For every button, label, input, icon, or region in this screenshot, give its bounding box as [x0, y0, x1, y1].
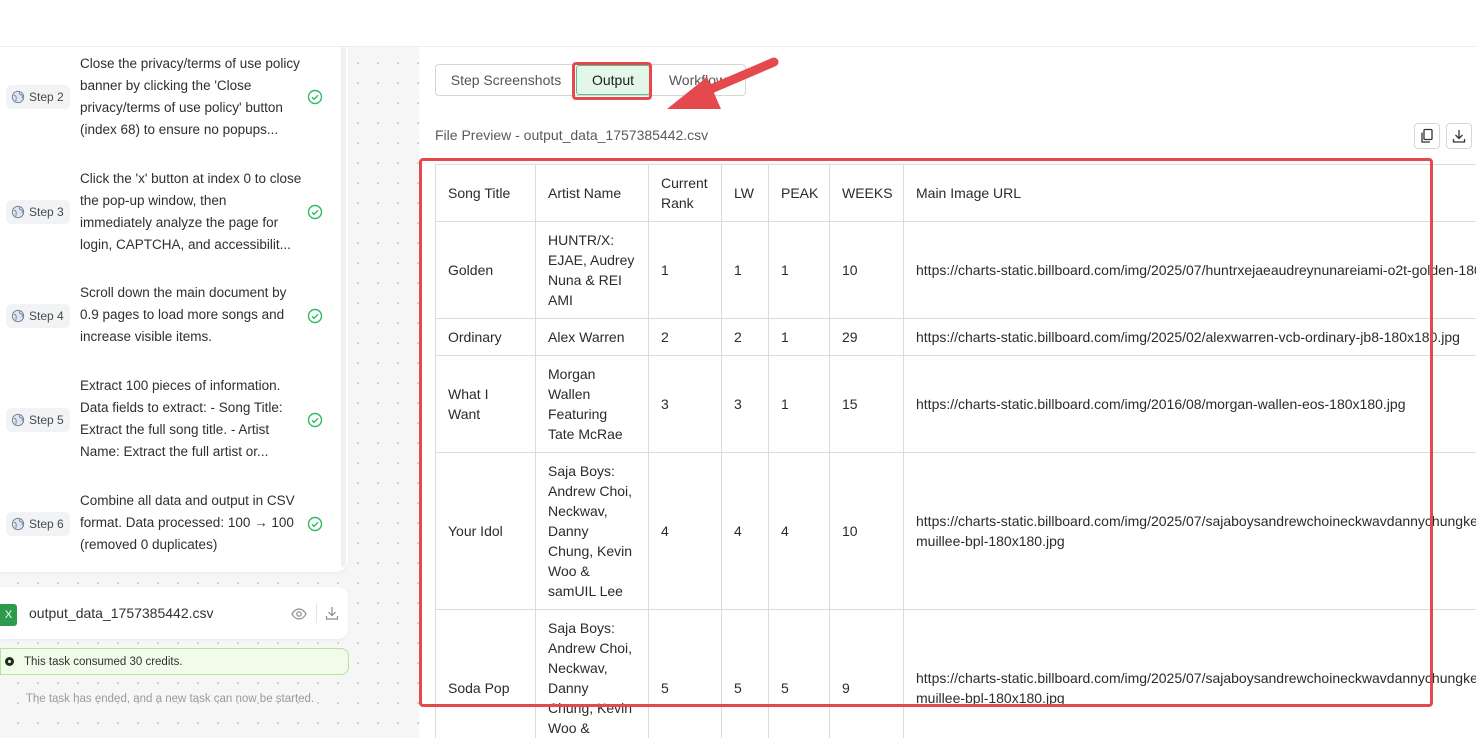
check-circle-icon — [307, 412, 323, 428]
table-row: What I Want Morgan Wallen Featuring Tate… — [435, 355, 1476, 453]
cell-song-title: What I Want — [435, 355, 536, 453]
cell-lw: 2 — [721, 318, 769, 356]
csv-preview-table-container[interactable]: Song Title Artist Name Current Rank LW P… — [435, 164, 1476, 738]
divider — [316, 603, 317, 623]
column-header[interactable]: WEEKS — [829, 164, 904, 222]
column-header[interactable]: Artist Name — [535, 164, 649, 222]
view-tabs: Step Screenshots Output Workflow — [435, 64, 746, 96]
step-description: Combine all data and output in CSV forma… — [80, 493, 295, 552]
cell-artist: Morgan Wallen Featuring Tate McRae — [535, 355, 649, 453]
cell-peak: 1 — [768, 318, 830, 356]
globe-icon — [11, 413, 25, 427]
info-dot-icon — [5, 657, 14, 666]
download-icon[interactable] — [325, 605, 339, 621]
cell-weeks: 10 — [829, 452, 904, 610]
column-header[interactable]: LW — [721, 164, 769, 222]
globe-icon — [11, 517, 25, 531]
cell-image-url: https://charts-static.billboard.com/img/… — [903, 452, 1476, 610]
cell-song-title: Your Idol — [435, 452, 536, 610]
step-description: Click the 'x' button at index 0 to close… — [80, 171, 302, 252]
step-label: Step 4 — [29, 309, 64, 323]
step-badge: Step 3 — [6, 200, 70, 224]
cell-peak: 5 — [768, 609, 830, 738]
cell-artist: Alex Warren — [535, 318, 649, 356]
cell-peak: 4 — [768, 452, 830, 610]
copy-icon — [1421, 128, 1433, 143]
steps-panel: Step 2 Close the privacy/terms of use po… — [0, 47, 348, 572]
column-header[interactable]: Song Title — [435, 164, 536, 222]
check-circle-icon — [307, 89, 323, 105]
cell-image-url: https://charts-static.billboard.com/img/… — [903, 355, 1476, 453]
tab-output[interactable]: Output — [576, 65, 650, 95]
cell-lw: 3 — [721, 355, 769, 453]
step-description: Extract 100 pieces of information. Data … — [80, 378, 283, 459]
cell-image-url: https://charts-static.billboard.com/img/… — [903, 221, 1476, 319]
check-circle-icon — [307, 308, 323, 324]
step-label: Step 5 — [29, 413, 64, 427]
excel-file-icon: X — [0, 604, 17, 626]
cell-rank: 2 — [648, 318, 722, 356]
step-description: Close the privacy/terms of use policy ba… — [80, 56, 300, 137]
cell-weeks: 15 — [829, 355, 904, 453]
step-label: Step 3 — [29, 205, 64, 219]
column-header[interactable]: Main Image URL — [903, 164, 1476, 222]
cell-weeks: 29 — [829, 318, 904, 356]
eye-icon[interactable] — [291, 607, 307, 621]
cell-artist: Saja Boys: Andrew Choi, Neckwav, Danny C… — [535, 452, 649, 610]
step-badge: Step 5 — [6, 408, 70, 432]
step-badge: Step 4 — [6, 304, 70, 328]
output-file-card[interactable]: X output_data_1757385442.csv — [0, 587, 348, 639]
column-header[interactable]: Current Rank — [648, 164, 722, 222]
cell-song-title: Soda Pop — [435, 609, 536, 738]
step-badge: Step 6 — [6, 512, 70, 536]
cell-lw: 1 — [721, 221, 769, 319]
cell-rank: 5 — [648, 609, 722, 738]
cell-lw: 5 — [721, 609, 769, 738]
table-row: Your Idol Saja Boys: Andrew Choi, Neckwa… — [435, 452, 1476, 610]
globe-icon — [11, 205, 25, 219]
step-label: Step 6 — [29, 517, 64, 531]
cell-weeks: 10 — [829, 221, 904, 319]
output-panel: Step Screenshots Output Workflow File Pr… — [419, 47, 1476, 738]
step-description: Scroll down the main document by 0.9 pag… — [80, 285, 287, 344]
table-row: Soda Pop Saja Boys: Andrew Choi, Neckwav… — [435, 609, 1476, 738]
cell-weeks: 9 — [829, 609, 904, 738]
cell-artist: Saja Boys: Andrew Choi, Neckwav, Danny C… — [535, 609, 649, 738]
step-badge: Step 2 — [6, 85, 70, 109]
tab-workflow[interactable]: Workflow — [650, 65, 745, 95]
check-circle-icon — [307, 516, 323, 532]
column-header[interactable]: PEAK — [768, 164, 830, 222]
step-label: Step 2 — [29, 90, 64, 104]
cell-artist: HUNTR/X: EJAE, Audrey Nuna & REI AMI — [535, 221, 649, 319]
download-icon — [1452, 130, 1466, 143]
cell-peak: 1 — [768, 221, 830, 319]
globe-icon — [11, 309, 25, 323]
download-button[interactable] — [1446, 123, 1472, 149]
table-row: Ordinary Alex Warren 2 2 1 29 https://ch… — [435, 318, 1476, 356]
task-ended-text: The task has ended, and a new task can n… — [25, 693, 315, 705]
copy-button[interactable] — [1414, 123, 1440, 149]
cell-song-title: Ordinary — [435, 318, 536, 356]
steps-scrollbar[interactable] — [341, 47, 346, 567]
credits-text: This task consumed 30 credits. — [24, 655, 183, 668]
tab-step-screenshots[interactable]: Step Screenshots — [436, 65, 576, 95]
cell-lw: 4 — [721, 452, 769, 610]
table-row: Golden HUNTR/X: EJAE, Audrey Nuna & REI … — [435, 221, 1476, 319]
cell-image-url: https://charts-static.billboard.com/img/… — [903, 609, 1476, 738]
file-name: output_data_1757385442.csv — [29, 605, 214, 621]
credits-notice: This task consumed 30 credits. — [0, 648, 349, 675]
top-bar — [0, 0, 1476, 47]
cell-rank: 3 — [648, 355, 722, 453]
file-preview-label: File Preview - output_data_1757385442.cs… — [435, 127, 709, 143]
cell-peak: 1 — [768, 355, 830, 453]
cell-rank: 4 — [648, 452, 722, 610]
cell-image-url: https://charts-static.billboard.com/img/… — [903, 318, 1476, 356]
table-header-row: Song Title Artist Name Current Rank LW P… — [435, 164, 1476, 222]
globe-icon — [11, 90, 25, 104]
cell-song-title: Golden — [435, 221, 536, 319]
cell-rank: 1 — [648, 221, 722, 319]
check-circle-icon — [307, 204, 323, 220]
csv-preview-table: Song Title Artist Name Current Rank LW P… — [435, 164, 1476, 738]
